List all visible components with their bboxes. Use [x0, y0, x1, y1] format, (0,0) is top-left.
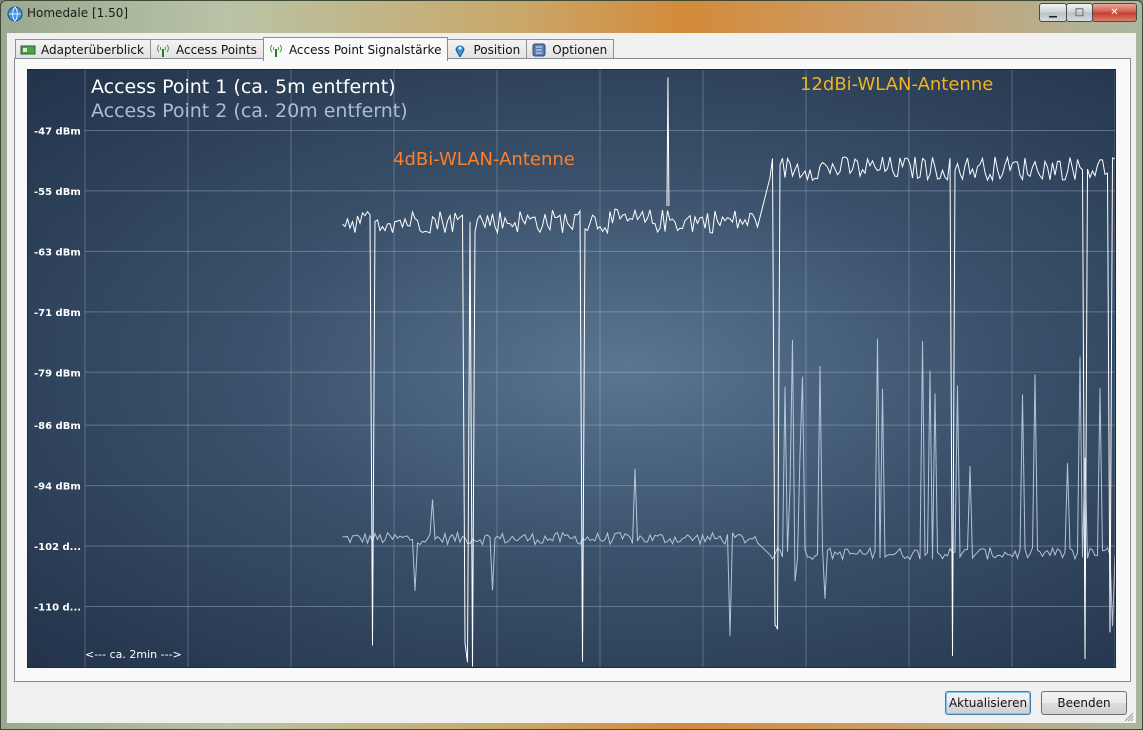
- tab-position[interactable]: Position: [447, 39, 528, 60]
- tab-access-points[interactable]: Access Points: [149, 39, 264, 60]
- antenna-icon: [157, 44, 169, 57]
- tab-bar: Adapterüberblick Access Points Access Po…: [15, 37, 615, 61]
- legend-ap1: Access Point 1 (ca. 5m entfernt): [91, 76, 396, 98]
- series-ap2-line: [342, 338, 1115, 637]
- tab-panel: -47 dBm -55 dBm -63 dBm -71 dBm -79 dBm -86 d…: [14, 58, 1131, 682]
- y-tick-label: -47 dBm: [34, 126, 81, 137]
- series-ap1-spike: [666, 77, 670, 207]
- chart-y-ticks: -47 dBm -55 dBm -63 dBm -71 dBm -79 dBm -86 d…: [34, 126, 81, 613]
- chart-grid: [84, 70, 1115, 667]
- tab-label: Position: [473, 43, 521, 57]
- close-icon: ✕: [1110, 7, 1119, 18]
- y-tick-label: -110 d...: [34, 603, 81, 614]
- exit-button[interactable]: Beenden: [1041, 691, 1127, 715]
- network-adapter-icon: [20, 45, 36, 55]
- y-tick-label: -71 dBm: [34, 308, 81, 319]
- title-bar[interactable]: Homedale [1.50] ▁ □ ✕: [1, 1, 1142, 27]
- client-area: Adapterüberblick Access Points Access Po…: [7, 33, 1136, 723]
- maximize-icon: □: [1074, 7, 1085, 18]
- y-tick-label: -55 dBm: [34, 187, 81, 198]
- signal-chart: -47 dBm -55 dBm -63 dBm -71 dBm -79 dBm -86 d…: [27, 69, 1116, 668]
- y-tick-label: -102 d...: [34, 542, 81, 553]
- minimize-button[interactable]: ▁: [1039, 3, 1067, 22]
- tab-adapteruberblick[interactable]: Adapterüberblick: [15, 39, 151, 60]
- antenna-signal-icon: [270, 44, 282, 57]
- tab-optionen[interactable]: Optionen: [526, 39, 615, 60]
- globe-icon: [7, 6, 23, 22]
- annotation-4dbi-antenna: 4dBi-WLAN-Antenne: [393, 149, 575, 170]
- map-pin-icon: [455, 45, 465, 57]
- resize-grip-icon[interactable]: [1124, 712, 1134, 722]
- maximize-button[interactable]: □: [1066, 3, 1093, 22]
- y-tick-label: -86 dBm: [34, 421, 81, 432]
- close-button[interactable]: ✕: [1092, 3, 1137, 22]
- settings-icon: [532, 43, 546, 57]
- y-tick-label: -79 dBm: [34, 368, 81, 379]
- app-window: Homedale [1.50] ▁ □ ✕ Adapterüberblick A…: [0, 0, 1143, 730]
- tab-access-point-signalstarke[interactable]: Access Point Signalstärke: [262, 37, 449, 61]
- tab-label: Adapterüberblick: [41, 43, 144, 57]
- y-tick-label: -63 dBm: [34, 247, 81, 258]
- legend-ap2: Access Point 2 (ca. 20m entfernt): [91, 100, 408, 122]
- y-tick-label: -94 dBm: [34, 482, 81, 493]
- tab-label: Access Point Signalstärke: [288, 42, 442, 57]
- annotation-12dbi-antenna: 12dBi-WLAN-Antenne: [800, 74, 994, 95]
- tab-label: Access Points: [175, 43, 257, 57]
- time-scale-label: <--- ca. 2min --->: [85, 648, 182, 661]
- window-title: Homedale [1.50]: [27, 6, 129, 20]
- refresh-button[interactable]: Aktualisieren: [945, 691, 1031, 715]
- tab-label: Optionen: [552, 43, 608, 57]
- minimize-icon: ▁: [1049, 7, 1057, 18]
